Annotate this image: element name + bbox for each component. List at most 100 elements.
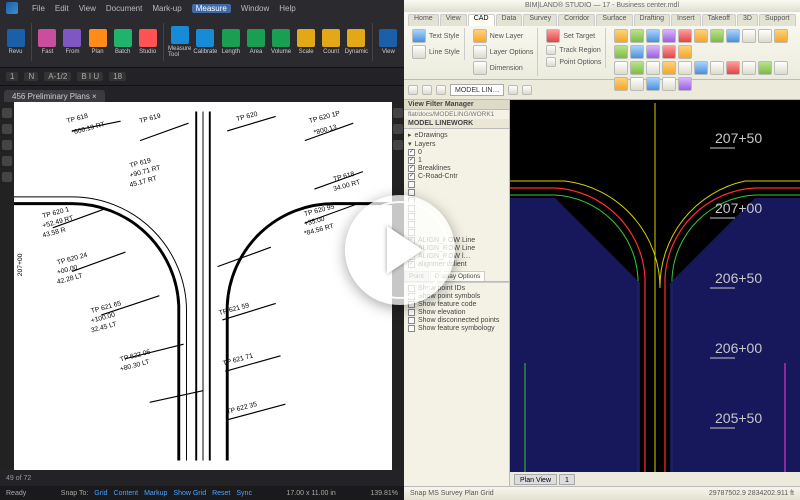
tool-icon[interactable] [646,29,660,43]
qb-icon[interactable] [422,85,432,95]
ribbon-plan[interactable]: Plan [86,21,109,63]
tool-icon[interactable] [646,45,660,59]
tool-icon[interactable] [678,77,692,91]
snap-reset[interactable]: Reset [212,490,230,497]
ribbon-measure[interactable]: Measure Tool [168,21,191,63]
layer-row[interactable]: C-Road-Cntr [408,173,505,181]
tool-icon[interactable] [614,61,628,75]
tool-icon[interactable] [646,77,660,91]
menu-measure[interactable]: Measure [192,4,231,13]
tab-support[interactable]: Support [759,14,796,26]
tool-icon[interactable] [678,45,692,59]
check-row[interactable]: Show feature symbology [408,325,505,333]
ribbon-revu[interactable]: Revu [4,21,27,63]
ribbon-studio[interactable]: Studio [136,21,159,63]
menu-file[interactable]: File [32,4,45,13]
tab-survey[interactable]: Survey [523,14,557,26]
tool-icon[interactable] [774,61,788,75]
layer-row[interactable]: 0 [408,149,505,157]
tool-icon[interactable] [630,61,644,75]
qb-icon[interactable] [522,85,532,95]
tool-line[interactable]: 1 [6,72,18,81]
tool-icon[interactable] [742,61,756,75]
check-row[interactable]: Show disconnected points [408,317,505,325]
layer-row[interactable] [408,181,505,189]
qb-icon[interactable] [408,85,418,95]
menu-markup[interactable]: Mark-up [152,4,181,13]
gutter-icon[interactable] [393,140,403,150]
layer-combo[interactable]: MODEL LIN… [450,84,504,96]
layer-row[interactable] [408,189,505,197]
doc-tab[interactable]: 456 Preliminary Plans × [4,90,105,102]
ribbon-count[interactable]: Count [320,21,343,63]
page-indicator[interactable]: 49 of 72 [6,475,31,482]
tool-icon[interactable] [758,29,772,43]
point-options-icon[interactable] [546,57,556,67]
check-row[interactable]: Show feature code [408,301,505,309]
ribbon-dynamic[interactable]: Dynamic [345,21,368,63]
tool-icon[interactable] [694,61,708,75]
tab-cad[interactable]: CAD [468,14,495,26]
tool-icon[interactable] [614,29,628,43]
tab-view[interactable]: View [440,14,467,26]
layer-options-icon[interactable] [473,45,487,59]
set-target-icon[interactable] [546,29,560,43]
tab-data[interactable]: Data [496,14,523,26]
gutter-icon[interactable] [2,124,12,134]
tab-home[interactable]: Home [408,14,439,26]
tool-icon[interactable] [742,29,756,43]
gutter-icon[interactable] [2,108,12,118]
tab-drafting[interactable]: Drafting [634,14,671,26]
tool-icon[interactable] [614,77,628,91]
ribbon-batch[interactable]: Batch [111,21,134,63]
tool-icon[interactable] [774,29,788,43]
gutter-icon[interactable] [2,156,12,166]
gutter-icon[interactable] [2,140,12,150]
status-zoom[interactable]: 139.81% [370,490,398,497]
tool-icon[interactable] [630,45,644,59]
viewport-tab-1[interactable]: 1 [559,474,575,485]
menu-view[interactable]: View [79,4,96,13]
tool-icon[interactable] [662,77,676,91]
tool-icon[interactable] [726,61,740,75]
menu-help[interactable]: Help [279,4,295,13]
menu-window[interactable]: Window [241,4,269,13]
dimension-icon[interactable] [473,61,487,75]
snap-showgrid[interactable]: Show Grid [173,490,206,497]
tool-icon[interactable] [614,45,628,59]
tool-icon[interactable] [630,29,644,43]
line-style-icon[interactable] [412,45,426,59]
tool-icon[interactable] [694,29,708,43]
tool-icon[interactable] [662,29,676,43]
tab-3d[interactable]: 3D [737,14,758,26]
menu-edit[interactable]: Edit [55,4,69,13]
tab-takeoff[interactable]: Takeoff [702,14,736,26]
tree-title[interactable]: MODEL LINEWORK [404,119,509,129]
tool-icon[interactable] [726,29,740,43]
layer-row[interactable]: 1 [408,157,505,165]
tool-scale[interactable]: A-1/2 [44,72,71,81]
tree-node[interactable]: ▾Layers [408,140,505,149]
ribbon-length[interactable]: Length [219,21,242,63]
tab-surface[interactable]: Surface [596,14,632,26]
new-layer-icon[interactable] [473,29,487,43]
snap-grid[interactable]: Grid [94,490,107,497]
track-region-icon[interactable] [546,45,556,55]
gutter-icon[interactable] [393,124,403,134]
viewport-tab-plan[interactable]: Plan View [514,474,557,485]
ribbon-from[interactable]: From [61,21,84,63]
tool-icon[interactable] [678,61,692,75]
tree-node[interactable]: ▸eDrawings [408,131,505,140]
ribbon-volume[interactable]: Volume [270,21,293,63]
qb-icon[interactable] [436,85,446,95]
ribbon-calibrate[interactable]: Calibrate [193,21,217,63]
left-drawing-canvas[interactable]: TP 618 TP 619 *600.19 RT TP 620 TP 620 1… [14,102,392,470]
tool-biu[interactable]: B I U [77,72,103,81]
layer-row[interactable]: Breaklines [408,165,505,173]
ribbon-fast[interactable]: Fast [36,21,59,63]
status-snap[interactable]: Snap MS Survey Plan Grid [410,490,494,497]
tab-insert[interactable]: Insert [671,14,701,26]
tool-icon[interactable] [662,45,676,59]
snap-sync[interactable]: Sync [236,490,252,497]
play-button[interactable] [345,195,455,305]
